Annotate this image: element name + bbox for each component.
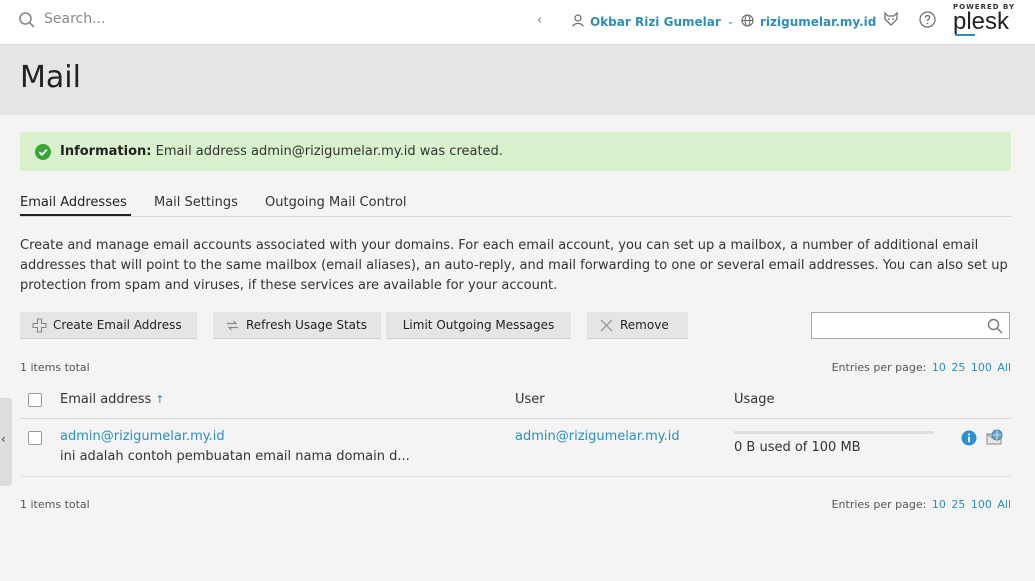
- refresh-usage-stats-button[interactable]: Refresh Usage Stats: [213, 312, 381, 339]
- plus-icon: [32, 317, 47, 333]
- page-header: Mail: [0, 45, 1035, 115]
- usage-text: 0 B used of 100 MB: [734, 440, 861, 455]
- entries-per-page-top: Entries per page: 10 25 100 All: [832, 361, 1011, 374]
- select-all-checkbox[interactable]: [28, 393, 42, 407]
- create-email-address-button[interactable]: Create Email Address: [20, 312, 197, 339]
- user-name[interactable]: Okbar Rizi Gumelar: [590, 15, 721, 29]
- limit-outgoing-messages-button[interactable]: Limit Outgoing Messages: [386, 312, 571, 339]
- page-size-25[interactable]: 25: [951, 361, 965, 374]
- email-description: ini adalah contoh pembuatan email nama d…: [60, 449, 410, 464]
- webmail-icon[interactable]: [986, 429, 1004, 450]
- user-menu[interactable]: Okbar Rizi Gumelar ⌄: [572, 12, 734, 31]
- page-size-all[interactable]: All: [997, 361, 1011, 374]
- user-icon: [572, 12, 584, 31]
- entries-label: Entries per page:: [831, 361, 927, 374]
- tab-email-addresses[interactable]: Email Addresses: [20, 195, 127, 210]
- globe-icon: [741, 12, 754, 31]
- global-search-input[interactable]: Search...: [44, 11, 105, 27]
- chevron-left-icon[interactable]: ‹: [537, 13, 542, 28]
- chevron-left-icon: ‹: [1, 432, 6, 446]
- column-email-address[interactable]: Email address ↑: [60, 392, 165, 407]
- info-text: Information: Email address admin@rizigum…: [60, 144, 503, 159]
- column-usage: Usage: [734, 392, 775, 407]
- info-icon[interactable]: [961, 430, 977, 450]
- info-label: Information:: [60, 144, 152, 159]
- items-total-top: 1 items total: [20, 361, 90, 374]
- entries-label: Entries per page:: [831, 498, 927, 511]
- column-email-label: Email address: [60, 392, 152, 407]
- sidebar-toggle[interactable]: ‹: [0, 398, 12, 486]
- search-icon[interactable]: [987, 318, 1003, 338]
- info-body: Email address admin@rizigumelar.my.id wa…: [155, 144, 503, 159]
- chevron-down-icon[interactable]: ⌄: [727, 17, 735, 27]
- sort-arrow-icon: ↑: [155, 393, 165, 406]
- user-link[interactable]: admin@rizigumelar.my.id: [515, 429, 680, 444]
- domain-selector[interactable]: rizigumelar.my.id: [741, 12, 876, 31]
- success-check-icon: [35, 144, 51, 164]
- page-size-10[interactable]: 10: [932, 498, 946, 511]
- remove-label: Remove: [620, 318, 669, 332]
- column-user: User: [515, 392, 545, 407]
- tab-bar: Email Addresses Mail Settings Outgoing M…: [20, 188, 1011, 217]
- info-message: Information: Email address admin@rizigum…: [20, 132, 1011, 171]
- table-row: admin@rizigumelar.my.id ini adalah conto…: [20, 419, 1011, 477]
- help-icon[interactable]: [919, 11, 936, 32]
- page-description: Create and manage email accounts associa…: [20, 238, 1008, 293]
- list-search-input[interactable]: [811, 312, 1010, 339]
- tab-outgoing-mail-control[interactable]: Outgoing Mail Control: [265, 195, 407, 210]
- remove-button[interactable]: Remove: [587, 312, 688, 339]
- page-size-100[interactable]: 100: [971, 361, 992, 374]
- entries-per-page-bottom: Entries per page: 10 25 100 All: [832, 498, 1011, 511]
- row-checkbox[interactable]: [28, 431, 42, 445]
- search-icon[interactable]: [18, 11, 36, 33]
- fox-icon[interactable]: [883, 11, 899, 31]
- limit-outgoing-messages-label: Limit Outgoing Messages: [402, 318, 555, 332]
- usage-bar: [734, 431, 934, 434]
- page-size-10[interactable]: 10: [932, 361, 946, 374]
- domain-name[interactable]: rizigumelar.my.id: [760, 15, 876, 29]
- create-email-address-label: Create Email Address: [53, 318, 182, 332]
- plesk-logo: POWERED BY plesk: [953, 3, 1015, 39]
- page-size-25[interactable]: 25: [951, 498, 965, 511]
- page-size-100[interactable]: 100: [971, 498, 992, 511]
- remove-x-icon: [599, 318, 614, 333]
- refresh-usage-stats-label: Refresh Usage Stats: [246, 318, 367, 332]
- top-bar: Search... ‹ Okbar Rizi Gumelar ⌄ rizigum…: [0, 0, 1035, 45]
- plesk-underline: [955, 34, 975, 36]
- email-address-link[interactable]: admin@rizigumelar.my.id: [60, 429, 225, 444]
- plesk-brand: plesk: [953, 8, 1010, 35]
- table-header: Email address ↑ User Usage: [20, 382, 1011, 419]
- page-title: Mail: [20, 60, 81, 95]
- active-tab-indicator: [20, 214, 131, 216]
- items-total-bottom: 1 items total: [20, 498, 90, 511]
- tab-mail-settings[interactable]: Mail Settings: [154, 195, 238, 210]
- refresh-icon: [225, 318, 240, 333]
- page-size-all[interactable]: All: [997, 498, 1011, 511]
